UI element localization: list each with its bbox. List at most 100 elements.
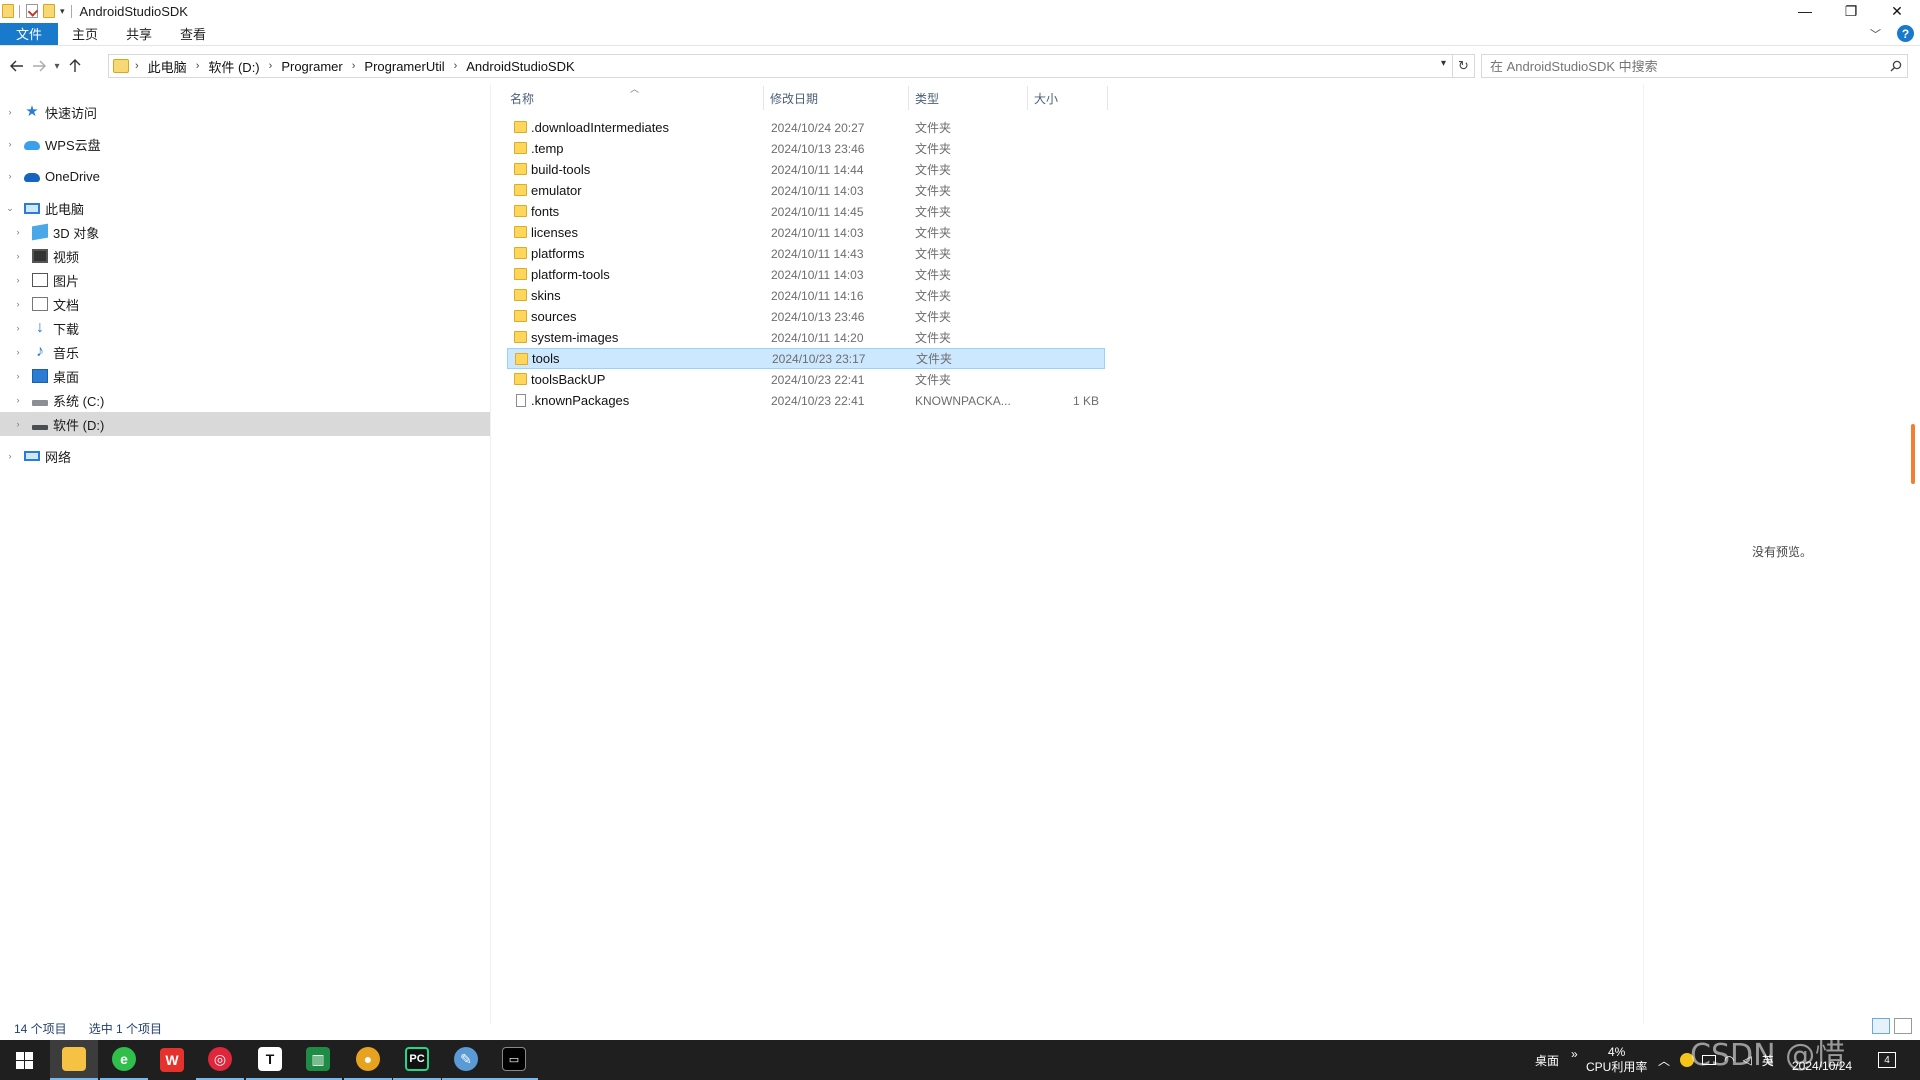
notification-center[interactable]: 4 bbox=[1878, 1040, 1896, 1080]
chevron-right-icon[interactable]: › bbox=[12, 323, 24, 333]
file-row[interactable]: build-tools 2024/10/11 14:44 文件夹 bbox=[507, 159, 1105, 180]
tab-file[interactable]: 文件 bbox=[0, 22, 59, 45]
file-row[interactable]: fonts 2024/10/11 14:45 文件夹 bbox=[507, 201, 1105, 222]
new-folder-icon[interactable] bbox=[43, 4, 55, 18]
maximize-button[interactable]: ❐ bbox=[1828, 0, 1874, 22]
file-row-selected[interactable]: tools 2024/10/23 23:17 文件夹 bbox=[507, 348, 1105, 369]
help-icon[interactable]: ? bbox=[1897, 25, 1914, 42]
address-history-dropdown[interactable]: ▾ bbox=[1441, 58, 1446, 69]
tab-share[interactable]: 共享 bbox=[112, 23, 166, 45]
show-hidden-icons-icon[interactable]: ︿ bbox=[1658, 1052, 1670, 1069]
forward-button[interactable] bbox=[28, 52, 50, 80]
chevron-right-icon[interactable]: › bbox=[12, 419, 24, 429]
chevron-right-icon[interactable]: › bbox=[12, 347, 24, 357]
file-row[interactable]: .downloadIntermediates 2024/10/24 20:27 … bbox=[507, 117, 1105, 138]
tray-app-icon[interactable] bbox=[1680, 1053, 1695, 1067]
recent-locations-button[interactable]: ▾ bbox=[50, 52, 64, 80]
taskbar-netease-music[interactable]: ◎ bbox=[196, 1040, 244, 1080]
column-header-name[interactable]: 名称 bbox=[510, 86, 760, 110]
column-resize-handle[interactable] bbox=[1107, 86, 1108, 110]
chevron-right-icon[interactable]: › bbox=[12, 251, 24, 261]
file-row[interactable]: sources 2024/10/13 23:46 文件夹 bbox=[507, 306, 1105, 327]
nav-item-music[interactable]: › ♪ 音乐 bbox=[0, 340, 490, 364]
taskbar-typora[interactable]: T bbox=[246, 1040, 294, 1080]
clock[interactable]: 2024/10/24 bbox=[1792, 1040, 1852, 1080]
column-header-size[interactable]: 大小 bbox=[1034, 86, 1104, 110]
search-box[interactable] bbox=[1481, 54, 1908, 78]
chevron-right-icon[interactable]: › bbox=[12, 371, 24, 381]
large-icons-view-button[interactable] bbox=[1894, 1018, 1912, 1034]
chevron-right-icon[interactable]: › bbox=[4, 451, 16, 461]
file-row[interactable]: platform-tools 2024/10/11 14:03 文件夹 bbox=[507, 264, 1105, 285]
chevron-right-icon[interactable]: › bbox=[196, 60, 200, 72]
file-row[interactable]: system-images 2024/10/11 14:20 文件夹 bbox=[507, 327, 1105, 348]
chevron-right-icon[interactable]: › bbox=[12, 299, 24, 309]
chevron-right-icon[interactable]: › bbox=[12, 275, 24, 285]
start-button[interactable] bbox=[0, 1040, 48, 1080]
chevron-right-icon[interactable]: › bbox=[454, 60, 458, 72]
chevron-down-icon[interactable]: ⌄ bbox=[4, 203, 16, 214]
customize-toolbar-icon[interactable]: ▾ bbox=[60, 6, 65, 17]
taskbar-browser[interactable]: e bbox=[100, 1040, 148, 1080]
volume-icon[interactable]: ◁ bbox=[1743, 1053, 1752, 1067]
search-input[interactable] bbox=[1490, 58, 1885, 74]
nav-item-onedrive[interactable]: › OneDrive bbox=[0, 164, 490, 188]
preview-pane-divider[interactable] bbox=[1643, 84, 1644, 1024]
column-resize-handle[interactable] bbox=[763, 86, 764, 110]
breadcrumb-root-arrow[interactable]: › bbox=[135, 60, 148, 72]
breadcrumb-programerutil[interactable]: ProgramerUtil bbox=[364, 59, 444, 74]
address-bar[interactable]: › 此电脑 › 软件 (D:) › Programer › ProgramerU… bbox=[108, 54, 1453, 78]
pane-divider[interactable] bbox=[490, 84, 491, 1024]
breadcrumb-drive-d[interactable]: 软件 (D:) bbox=[208, 57, 259, 76]
chevron-right-icon[interactable]: › bbox=[12, 227, 24, 237]
file-row[interactable]: emulator 2024/10/11 14:03 文件夹 bbox=[507, 180, 1105, 201]
nav-item-documents[interactable]: › 文档 bbox=[0, 292, 490, 316]
properties-icon[interactable] bbox=[26, 4, 38, 18]
file-row[interactable]: licenses 2024/10/11 14:03 文件夹 bbox=[507, 222, 1105, 243]
wifi-icon[interactable]: ◠ bbox=[1724, 1053, 1734, 1067]
tab-view[interactable]: 查看 bbox=[166, 23, 220, 45]
chevron-right-icon[interactable]: › bbox=[4, 171, 16, 181]
taskbar-file-explorer[interactable] bbox=[50, 1040, 98, 1080]
column-resize-handle[interactable] bbox=[908, 86, 909, 110]
details-view-button[interactable] bbox=[1872, 1018, 1890, 1034]
nav-item-drive-c[interactable]: › 系统 (C:) bbox=[0, 388, 490, 412]
nav-item-network[interactable]: › 网络 bbox=[0, 444, 490, 468]
column-resize-handle[interactable] bbox=[1027, 86, 1028, 110]
chevron-right-icon[interactable]: › bbox=[4, 139, 16, 149]
file-row[interactable]: .knownPackages 2024/10/23 22:41 KNOWNPAC… bbox=[507, 390, 1105, 411]
up-button[interactable] bbox=[64, 52, 86, 80]
taskbar-chrome[interactable]: ● bbox=[344, 1040, 392, 1080]
breadcrumb-this-pc[interactable]: 此电脑 bbox=[148, 57, 187, 76]
nav-item-downloads[interactable]: › ↓ 下载 bbox=[0, 316, 490, 340]
minimize-button[interactable]: — bbox=[1782, 0, 1828, 22]
chevron-right-icon[interactable]: › bbox=[269, 60, 273, 72]
nav-item-drive-d[interactable]: › 软件 (D:) bbox=[0, 412, 490, 436]
refresh-button[interactable]: ↻ bbox=[1453, 54, 1475, 78]
taskbar-terminal[interactable]: ▭ bbox=[490, 1040, 538, 1080]
chevron-right-icon[interactable]: › bbox=[352, 60, 356, 72]
nav-item-desktop[interactable]: › 桌面 bbox=[0, 364, 490, 388]
chevron-right-icon[interactable]: › bbox=[4, 107, 16, 117]
nav-item-wps-cloud[interactable]: › WPS云盘 bbox=[0, 132, 490, 156]
nav-item-videos[interactable]: › 视频 bbox=[0, 244, 490, 268]
file-row[interactable]: platforms 2024/10/11 14:43 文件夹 bbox=[507, 243, 1105, 264]
tab-home[interactable]: 主页 bbox=[58, 23, 112, 45]
taskbar-paint[interactable]: ✎ bbox=[442, 1040, 490, 1080]
breadcrumb-androidstudiosdk[interactable]: AndroidStudioSDK bbox=[466, 59, 574, 74]
nav-item-quick-access[interactable]: › ★ 快速访问 bbox=[0, 100, 490, 124]
file-row[interactable]: skins 2024/10/11 14:16 文件夹 bbox=[507, 285, 1105, 306]
ime-indicator[interactable]: 英 bbox=[1762, 1052, 1774, 1069]
nav-item-3d-objects[interactable]: › 3D 对象 bbox=[0, 220, 490, 244]
taskbar-spreadsheet[interactable]: ▥ bbox=[294, 1040, 342, 1080]
close-button[interactable]: ✕ bbox=[1874, 0, 1920, 22]
breadcrumb-programer[interactable]: Programer bbox=[281, 59, 342, 74]
file-row[interactable]: toolsBackUP 2024/10/23 22:41 文件夹 bbox=[507, 369, 1105, 390]
taskbar-pycharm[interactable]: PC bbox=[393, 1040, 441, 1080]
file-row[interactable]: .temp 2024/10/13 23:46 文件夹 bbox=[507, 138, 1105, 159]
column-header-type[interactable]: 类型 bbox=[915, 86, 1025, 110]
tray-display-icon[interactable] bbox=[1702, 1055, 1717, 1065]
expand-ribbon-icon[interactable]: ﹀ bbox=[1870, 26, 1881, 42]
nav-item-pictures[interactable]: › 图片 bbox=[0, 268, 490, 292]
toolbar-overflow-icon[interactable]: » bbox=[1571, 1047, 1578, 1061]
